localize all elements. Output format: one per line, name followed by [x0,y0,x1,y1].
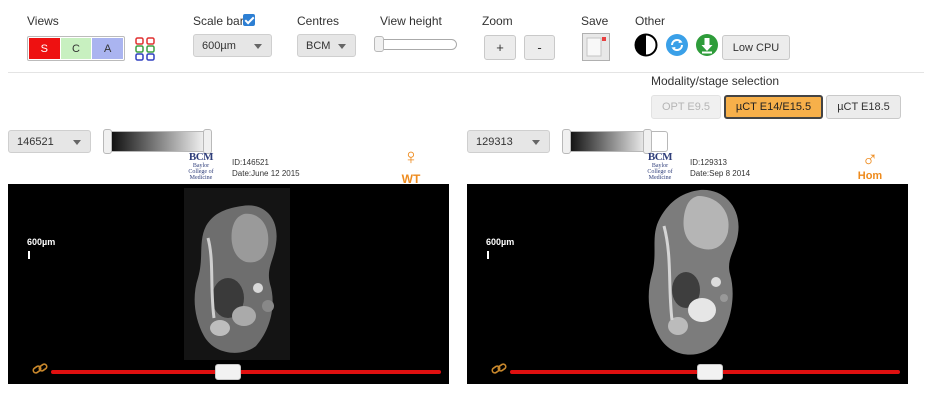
scale-bar-checkbox[interactable] [243,14,255,26]
contrast-min-handle-left[interactable] [103,129,112,154]
centre-logo-sub: Medicine [186,175,216,181]
specimen-value: 146521 [17,136,54,148]
slice-slider-left[interactable] [51,370,441,374]
centre-logo-main: BCM [186,152,216,163]
link-icon[interactable] [32,362,48,376]
views-toggle-group: S C A [27,36,125,61]
chevron-down-icon [254,44,262,49]
modality-label: Modality/stage selection [651,74,779,88]
genotype-label-right: Hom [852,170,888,182]
scale-label-left: 600µm [27,237,55,247]
low-cpu-button[interactable]: Low CPU [722,35,790,60]
view-height-handle[interactable] [374,36,384,52]
specimen-meta-right: ID:129313 Date:Sep 8 2014 [690,157,750,179]
slice-slider-thumb-left[interactable] [215,364,241,380]
specimen-value: 129313 [476,136,513,148]
scale-bar-label: Scale bar [193,14,244,28]
centre-logo-right: BCM Baylor College of Medicine [645,152,675,181]
embryo-section-left [184,188,290,360]
scale-label-right: 600µm [486,237,514,247]
chevron-down-icon [73,140,81,145]
download-icon[interactable] [695,33,719,57]
scale-bar-select[interactable]: 600µm [193,34,272,57]
specimen-select-left[interactable]: 146521 [8,130,91,153]
centres-label: Centres [297,14,339,28]
zoom-label: Zoom [482,14,513,28]
slice-slider-thumb-right[interactable] [697,364,723,380]
toolbar-divider [8,72,924,73]
chevron-down-icon [338,44,346,49]
zoom-in-button[interactable]: + [484,35,516,60]
scale-bar-right [487,251,489,259]
modality-uct-e14-button[interactable]: µCT E14/E15.5 [724,95,823,119]
view-sagittal-button[interactable]: S [29,38,60,59]
specimen-date: Date:Sep 8 2014 [690,168,750,179]
contrast-slider-left[interactable] [104,131,211,152]
contrast-min-handle-right[interactable] [562,129,571,154]
scale-bar-value: 600µm [202,40,236,52]
scale-bar-left [28,251,30,259]
view-coronal-button[interactable]: C [61,38,92,59]
view-layout-icon[interactable] [135,37,157,61]
centre-logo-main: BCM [645,152,675,163]
view-axial-button[interactable]: A [92,38,123,59]
invert-contrast-icon[interactable] [634,33,658,57]
female-icon: ♀ [393,146,429,168]
specimen-select-right[interactable]: 129313 [467,130,550,153]
specimen-meta-left: ID:146521 Date:June 12 2015 [232,157,300,179]
contrast-slider-right[interactable] [563,131,668,152]
centres-value: BCM [306,40,330,52]
modality-uct-e18-5-button[interactable]: µCT E18.5 [826,95,901,119]
centre-logo-sub: Medicine [645,175,675,181]
image-viewer-left[interactable]: 600µm [8,184,449,384]
image-viewer-right[interactable]: 600µm [467,184,908,384]
centre-logo-left: BCM Baylor College of Medicine [186,152,216,181]
view-height-slider[interactable] [375,39,457,50]
view-height-label: View height [380,14,442,28]
chevron-down-icon [532,140,540,145]
link-icon[interactable] [491,362,507,376]
other-label: Other [635,14,665,28]
specimen-date: Date:June 12 2015 [232,168,300,179]
views-label: Views [27,14,59,28]
save-label: Save [581,14,608,28]
embryo-section-right [638,186,748,362]
modality-opt-e9-5-button[interactable]: OPT E9.5 [651,95,721,119]
centres-select[interactable]: BCM [297,34,356,57]
zoom-out-button[interactable]: - [524,35,555,60]
specimen-id: ID:146521 [232,157,300,168]
male-icon: ♂ [852,148,888,170]
save-image-icon[interactable] [582,33,610,61]
reset-refresh-icon[interactable] [665,33,689,57]
specimen-id: ID:129313 [690,157,750,168]
